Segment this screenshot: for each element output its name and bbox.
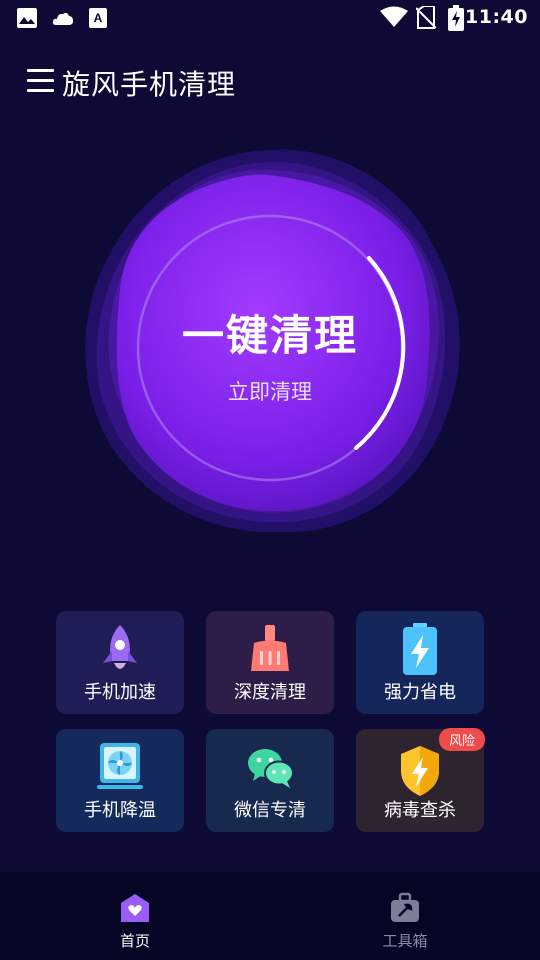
- one-click-clean-button[interactable]: 一键清理 立即清理: [70, 140, 470, 540]
- tool-label: 强力省电: [384, 682, 456, 703]
- tool-label: 病毒查杀: [384, 800, 456, 821]
- tool-virus-scan[interactable]: 病毒查杀 风险: [356, 728, 485, 832]
- clock: 11:40: [465, 6, 528, 28]
- tool-phone-cooling[interactable]: 手机降温: [56, 729, 184, 832]
- nav-label: 工具箱: [382, 932, 428, 950]
- wechat-icon: [248, 749, 294, 788]
- nav-home[interactable]: 首页: [0, 872, 270, 960]
- fan-icon: [97, 743, 143, 789]
- nav-toolbox[interactable]: 工具箱: [270, 872, 540, 960]
- tool-label: 深度清理: [234, 682, 306, 703]
- status-bar: A 11:40: [0, 0, 540, 36]
- bottom-navigation: 首页 工具箱: [0, 872, 540, 960]
- nav-label: 首页: [119, 932, 150, 950]
- battery-charging-icon: [448, 5, 464, 31]
- home-heart-icon: [121, 894, 149, 922]
- broom-icon: [251, 625, 289, 671]
- tool-deep-clean[interactable]: 深度清理: [206, 611, 334, 714]
- tool-phone-boost[interactable]: 手机加速: [56, 611, 184, 714]
- one-click-clean-title: 一键清理: [181, 311, 358, 360]
- shield-bolt-icon: [401, 746, 439, 796]
- rocket-icon: [103, 625, 137, 669]
- hamburger-menu-icon[interactable]: [26, 68, 56, 94]
- clean-now-label: 立即清理: [228, 380, 312, 404]
- tool-power-saving[interactable]: 强力省电: [356, 611, 484, 714]
- app-bar: 旋风手机清理: [0, 56, 540, 108]
- gallery-icon: [17, 8, 37, 28]
- wifi-icon: [380, 6, 408, 27]
- tool-label: 手机降温: [84, 800, 156, 821]
- tool-wechat-clean[interactable]: 微信专清: [206, 729, 334, 832]
- tool-label: 手机加速: [84, 682, 156, 703]
- no-sim-icon: [416, 6, 436, 29]
- app-title: 旋风手机清理: [62, 68, 237, 101]
- cloud-icon: [52, 12, 73, 25]
- text-app-icon: A: [89, 8, 107, 28]
- toolbox-icon: [391, 892, 419, 922]
- svg-text:A: A: [94, 11, 103, 25]
- risk-badge: 风险: [438, 728, 485, 751]
- tool-label: 微信专清: [234, 800, 306, 821]
- battery-bolt-icon: [403, 623, 437, 675]
